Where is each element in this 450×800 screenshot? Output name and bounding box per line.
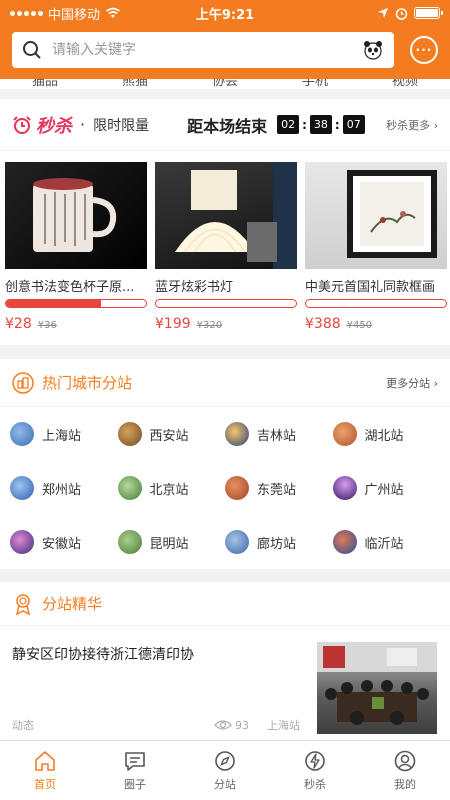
category-item[interactable]: 协会: [212, 79, 238, 89]
countdown-minutes: 38: [309, 115, 332, 134]
product-price: ¥199: [155, 316, 191, 332]
battery-icon: [414, 7, 443, 19]
city-photo-icon: [225, 530, 249, 554]
flash-sale-subtitle: 限时限量: [93, 117, 150, 134]
product-price: ¥28: [5, 316, 32, 332]
sold-progress-bar: [5, 299, 147, 308]
chat-bubble-icon: ···: [415, 43, 433, 57]
article-views: 93: [214, 719, 249, 732]
article-image: [317, 642, 437, 734]
flash-sale-section: 秒杀 · 限时限量 距本场结束 02 : 38 : 07 秒杀更多 › 创意书法…: [0, 99, 450, 345]
product-name: 蓝牙炫彩书灯: [155, 280, 234, 295]
header: 中国移动 上午9:21 ···: [0, 0, 450, 79]
section-title: 热门城市分站: [42, 374, 133, 392]
product-old-price: ¥36: [37, 320, 57, 331]
category-item[interactable]: 熊猫: [122, 79, 148, 89]
category-item[interactable]: 手机: [302, 79, 328, 89]
tab-flash-sale[interactable]: 秒杀: [270, 741, 360, 800]
carrier-label: 中国移动: [48, 7, 101, 23]
article-category: 动态: [12, 719, 34, 732]
alarm-clock-icon: [13, 115, 31, 134]
sold-progress-bar: [305, 299, 447, 308]
tab-circle[interactable]: 圈子: [90, 741, 180, 800]
city-item[interactable]: 廊坊站: [225, 515, 333, 569]
tab-station[interactable]: 分站: [180, 741, 270, 800]
more-cities-link[interactable]: 更多分站 ›: [386, 375, 438, 391]
city-item[interactable]: 郑州站: [10, 461, 118, 515]
lightning-icon: [305, 751, 325, 771]
sold-progress-fill: [6, 300, 102, 307]
section-title: 分站精华: [42, 595, 103, 613]
product-card[interactable]: 中美元首国礼同款框画 ¥388 ¥450: [305, 162, 447, 332]
article-station: 上海站: [267, 719, 300, 732]
city-item[interactable]: 东莞站: [225, 461, 333, 515]
city-photo-icon: [332, 422, 357, 446]
countdown-seconds: 07: [342, 115, 365, 134]
search-icon: [23, 41, 41, 59]
product-old-price: ¥320: [196, 320, 223, 331]
city-photo-icon: [10, 476, 34, 500]
location-icon: [378, 8, 388, 18]
product-price: ¥388: [305, 316, 341, 332]
product-image-frame: [305, 162, 447, 269]
city-photo-icon: [117, 530, 142, 554]
city-photo-icon: [225, 476, 249, 500]
building-icon: [12, 371, 34, 394]
category-strip: 猫品 熊猫 协会 手机 视频: [0, 79, 450, 89]
sold-progress-bar: [155, 299, 297, 308]
city-item[interactable]: 广州站: [332, 461, 441, 515]
city-photo-icon: [117, 422, 142, 446]
product-old-price: ¥450: [346, 320, 373, 331]
search-bar[interactable]: [12, 32, 394, 68]
city-photo-icon: [10, 422, 34, 446]
city-grid: 上海站 西安站 吉林站 湖北站 郑州站 北京站 东莞站 广州站 安徽站 昆明站 …: [0, 407, 450, 569]
search-input[interactable]: [52, 42, 362, 58]
city-photo-icon: [332, 476, 357, 500]
wifi-icon: [106, 7, 121, 18]
category-item[interactable]: 猫品: [32, 79, 58, 89]
tab-mine[interactable]: 我的: [360, 741, 450, 800]
product-name: 创意书法变色杯子原...: [5, 280, 135, 295]
city-item[interactable]: 湖北站: [332, 407, 441, 461]
alarm-icon: [395, 7, 408, 20]
city-photo-icon: [10, 530, 34, 554]
city-photo-icon: [225, 422, 249, 446]
hot-cities-section: 热门城市分站 更多分站 › 上海站 西安站 吉林站 湖北站 郑州站 北京站 东莞…: [0, 359, 450, 569]
category-item[interactable]: 视频: [392, 79, 418, 89]
countdown-label: 距本场结束: [187, 116, 268, 136]
product-card[interactable]: 蓝牙炫彩书灯 ¥199 ¥320: [155, 162, 297, 332]
medal-icon: [15, 593, 31, 615]
city-item[interactable]: 上海站: [10, 407, 118, 461]
flash-sale-logo: 秒杀: [12, 112, 72, 138]
city-item[interactable]: 西安站: [117, 407, 226, 461]
flash-sale-more-link[interactable]: 秒杀更多 ›: [386, 117, 438, 133]
product-image-lamp: [155, 162, 297, 269]
chat-icon: [125, 752, 145, 771]
panda-icon[interactable]: [362, 39, 384, 61]
article-item[interactable]: 静安区印协接待浙江德清印协 动态 93 上海站: [0, 626, 450, 739]
station-essence-section: 分站精华 静安区印协接待浙江德清印协 动态 93 上海站: [0, 582, 450, 740]
tab-home[interactable]: 首页: [0, 741, 90, 800]
status-bar: 中国移动 上午9:21: [0, 0, 450, 26]
city-item[interactable]: 安徽站: [10, 515, 118, 569]
bottom-tab-bar: 首页 圈子 分站 秒杀 我的: [0, 740, 450, 800]
city-item[interactable]: 昆明站: [117, 515, 226, 569]
home-icon: [35, 751, 55, 771]
countdown-hours: 02: [277, 115, 300, 134]
city-item[interactable]: 临沂站: [332, 515, 441, 569]
city-item[interactable]: 吉林站: [225, 407, 333, 461]
product-image-cup: [5, 162, 147, 269]
message-button[interactable]: ···: [410, 36, 438, 64]
compass-icon: [215, 751, 235, 771]
product-name: 中美元首国礼同款框画: [305, 280, 436, 295]
city-photo-icon: [117, 476, 142, 500]
user-icon: [394, 750, 416, 772]
eye-icon: [214, 720, 232, 730]
city-photo-icon: [332, 530, 357, 554]
signal-icon: [10, 10, 43, 16]
countdown-timer: 02 : 38 : 07: [277, 115, 365, 134]
city-item[interactable]: 北京站: [117, 461, 226, 515]
product-card[interactable]: 创意书法变色杯子原... ¥28 ¥36: [5, 162, 147, 332]
